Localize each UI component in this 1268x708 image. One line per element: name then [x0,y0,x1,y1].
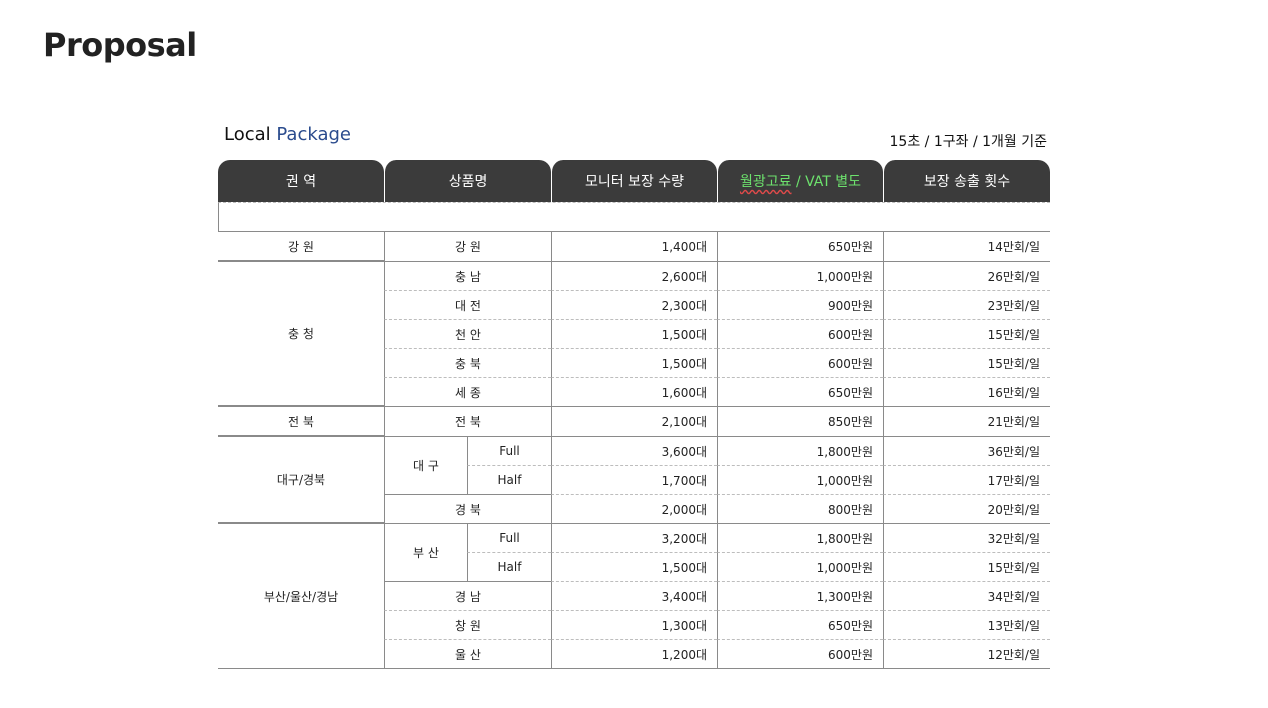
header-product: 상품명 [384,160,552,202]
plays-cell: 34만회/일 [883,581,1051,610]
product-cell: 창 원 [384,610,552,639]
region-cell: 강 원 [218,231,384,261]
monitors-cell: 1,300대 [551,610,718,639]
price-cell: 600만원 [717,639,884,669]
price-cell: 600만원 [717,348,884,377]
product-cell: 강 원 [384,231,552,261]
plays-cell: 21만회/일 [883,406,1051,436]
region-cell: 전 북 [218,406,384,436]
plays-cell: 36만회/일 [883,436,1051,465]
monitors-cell: 1,200대 [551,639,718,669]
product-cell: 경 북 [384,494,552,523]
plays-cell: 32만회/일 [883,523,1051,552]
table-row: 대구/경북 대 구 Full 3,600대 1,800만원 36만회/일 [218,436,1051,523]
product-cell: 세 종 [384,377,552,406]
header-region: 권 역 [218,160,384,202]
monitors-cell: 3,200대 [551,523,718,552]
price-cell: 1,000만원 [717,465,884,494]
monitors-cell: 2,300대 [551,290,718,319]
header-price-main: 월광고료 [739,174,792,190]
variant-cell: Half [467,552,552,581]
price-cell: 1,300만원 [717,581,884,610]
price-cell: 650만원 [717,377,884,406]
variant-cell: Full [467,523,552,552]
monitors-cell: 1,600대 [551,377,718,406]
plays-cell: 17만회/일 [883,465,1051,494]
price-cell: 1,800만원 [717,523,884,552]
product-cell: 천 안 [384,319,552,348]
spacer-cell [218,202,1051,231]
package-title: Local Package [224,124,351,145]
plays-cell: 15만회/일 [883,552,1051,581]
header-price: 월광고료 / VAT 별도 [717,160,884,202]
price-cell: 850만원 [717,406,884,436]
table-row: 부산/울산/경남 부 산 Full 3,200대 1,800만원 32만회/일 [218,523,1051,669]
table-row: 강 원 강 원 1,400대 650만원 14만회/일 [218,231,1051,261]
price-cell: 1,000만원 [717,261,884,290]
region-cell: 충 청 [218,261,384,406]
spacer-row [218,202,1051,231]
price-cell: 650만원 [717,610,884,639]
plays-cell: 20만회/일 [883,494,1051,523]
monitors-cell: 3,600대 [551,436,718,465]
monitors-cell: 2,100대 [551,406,718,436]
table-row: 전 북 전 북 2,100대 850만원 21만회/일 [218,406,1051,436]
monitors-cell: 1,400대 [551,231,718,261]
monitors-cell: 2,000대 [551,494,718,523]
price-cell: 800만원 [717,494,884,523]
price-cell: 1,800만원 [717,436,884,465]
product-cell: 전 북 [384,406,552,436]
product-cell: 충 남 [384,261,552,290]
price-cell: 1,000만원 [717,552,884,581]
monitors-cell: 1,500대 [551,348,718,377]
price-cell: 650만원 [717,231,884,261]
package-title-prefix: Local [224,124,271,145]
monitors-cell: 1,500대 [551,319,718,348]
plays-cell: 26만회/일 [883,261,1051,290]
variant-cell: Full [467,436,552,465]
pricing-table: 권 역 상품명 모니터 보장 수량 월광고료 / VAT 별도 보장 송출 횟수… [218,160,1051,669]
monitors-cell: 1,700대 [551,465,718,494]
package-title-accent: Package [276,124,352,145]
monitors-cell: 3,400대 [551,581,718,610]
region-cell: 대구/경북 [218,436,384,523]
plays-cell: 12만회/일 [883,639,1051,669]
header-monitors: 모니터 보장 수량 [551,160,718,202]
product-cell: 충 북 [384,348,552,377]
page-title: Proposal [43,26,197,64]
region-cell: 부산/울산/경남 [218,523,384,669]
plays-cell: 15만회/일 [883,348,1051,377]
plays-cell: 16만회/일 [883,377,1051,406]
table-row: 충 청 충 남 2,600대 1,000만원 26만회/일 [218,261,1051,406]
product-cell: 대 전 [384,290,552,319]
header-plays: 보장 송출 횟수 [883,160,1051,202]
product-cell: 부 산 [384,523,467,581]
monitors-cell: 2,600대 [551,261,718,290]
header-price-suffix: / VAT 별도 [791,174,862,190]
variant-cell: Half [467,465,552,494]
table-header-row: 권 역 상품명 모니터 보장 수량 월광고료 / VAT 별도 보장 송출 횟수 [218,160,1051,202]
plays-cell: 14만회/일 [883,231,1051,261]
pricing-basis-note: 15초 / 1구좌 / 1개월 기준 [889,134,1047,150]
price-cell: 900만원 [717,290,884,319]
plays-cell: 15만회/일 [883,319,1051,348]
product-cell: 대 구 [384,436,467,494]
price-cell: 600만원 [717,319,884,348]
plays-cell: 13만회/일 [883,610,1051,639]
plays-cell: 23만회/일 [883,290,1051,319]
product-cell: 울 산 [384,639,552,669]
product-cell: 경 남 [384,581,552,610]
monitors-cell: 1,500대 [551,552,718,581]
